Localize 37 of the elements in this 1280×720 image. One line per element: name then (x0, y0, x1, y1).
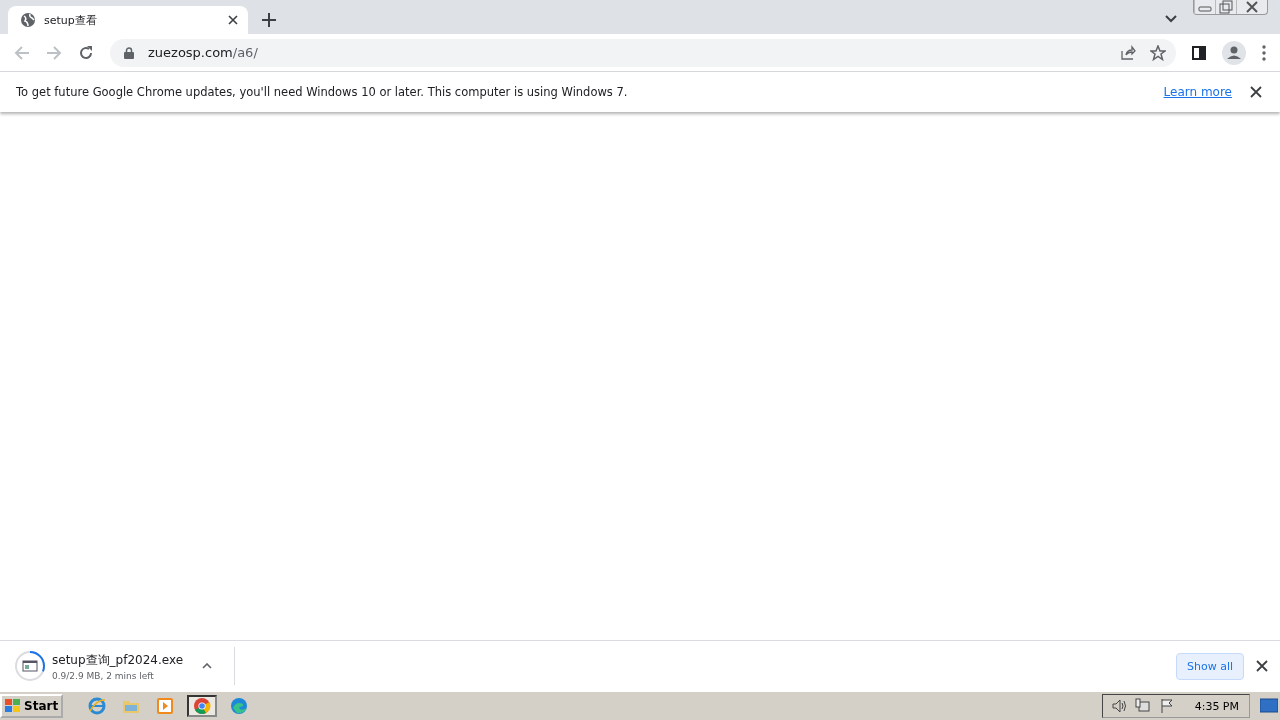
infobar-message: To get future Google Chrome updates, you'll need Windows 10 or later. This computer is using Windows 7. (16, 85, 628, 99)
network-icon[interactable] (1134, 698, 1151, 714)
media-player-icon (157, 698, 174, 714)
close-icon[interactable] (1256, 660, 1268, 672)
browser-tab[interactable]: setup查看 (8, 6, 248, 34)
new-tab-icon[interactable] (262, 13, 276, 27)
download-status: 0.9/2.9 MB, 2 mins left (52, 670, 155, 681)
download-filename: setup查询_pf2024.exe (52, 651, 185, 669)
taskbar-app[interactable] (187, 695, 218, 717)
lock-icon (124, 46, 134, 59)
close-icon[interactable] (1250, 86, 1262, 98)
star-icon[interactable] (1150, 44, 1166, 61)
show-all-button[interactable]: Show all (1175, 652, 1244, 680)
ie-icon (88, 697, 107, 715)
clock[interactable]: 4:35 PM (1194, 699, 1239, 713)
profile-icon[interactable] (1222, 40, 1246, 65)
chrome-icon (193, 697, 212, 715)
speaker-icon[interactable] (1110, 698, 1127, 714)
download-item[interactable]: setup查询_pf2024.exe 0.9/2.9 MB, 2 mins left (14, 650, 224, 682)
start-button[interactable]: Start (0, 694, 64, 718)
reload-icon[interactable] (78, 44, 94, 61)
windows-logo-icon (5, 699, 21, 713)
restore-icon[interactable] (1215, 0, 1236, 14)
flag-icon[interactable] (1158, 698, 1175, 714)
globe-icon (20, 12, 36, 28)
folder-icon (122, 698, 141, 714)
edge-icon (230, 697, 249, 715)
share-icon[interactable] (1120, 44, 1136, 61)
side-panel-icon[interactable] (1192, 45, 1206, 60)
learn-more-link[interactable]: Learn more (1163, 85, 1232, 99)
chevron-down-icon[interactable] (1165, 15, 1177, 23)
show-desktop-icon[interactable] (1260, 698, 1278, 714)
chevron-up-icon[interactable] (202, 663, 212, 669)
menu-icon[interactable] (1262, 44, 1266, 61)
address-bar[interactable]: zuezosp.com/a6/ (110, 38, 1176, 67)
close-icon[interactable] (228, 15, 238, 25)
download-progress-icon (14, 650, 46, 682)
